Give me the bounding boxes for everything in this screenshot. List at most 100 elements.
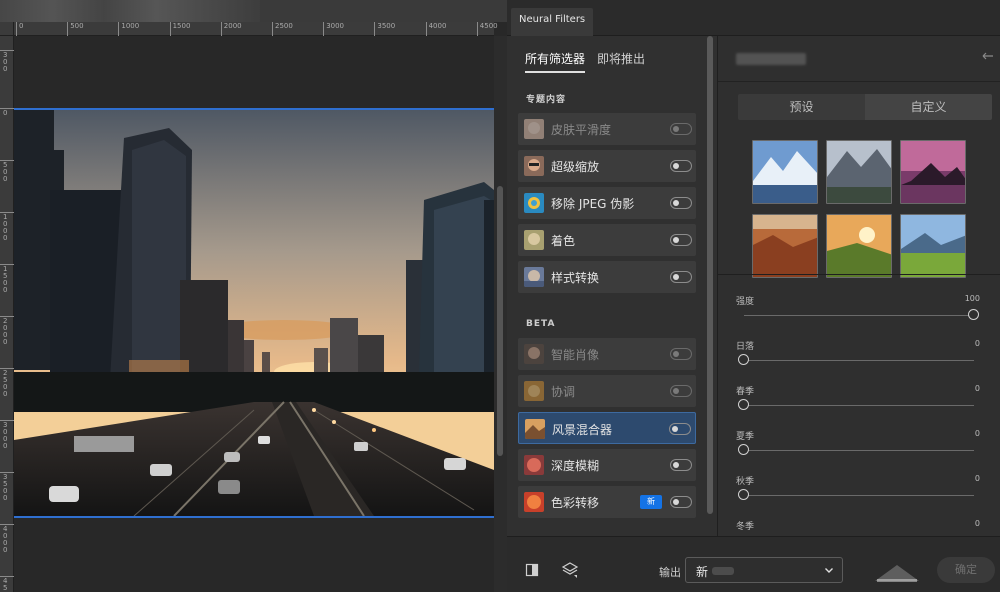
output-label: 输出 (659, 566, 681, 579)
landscape-thumb-mountain-valley[interactable] (826, 140, 892, 204)
ruler-h-tick: 2000 (220, 22, 242, 36)
ruler-v-tick: 2000 (0, 316, 14, 346)
filter-row[interactable]: 协调 (518, 375, 696, 407)
filter-toggle-switch[interactable] (670, 234, 692, 246)
document-tab-strip (0, 0, 507, 22)
slider-track[interactable] (744, 450, 974, 451)
filter-row[interactable]: 超级缩放 (518, 150, 696, 182)
section-beta-label: BETA (526, 319, 556, 329)
tab-all-filters[interactable]: 所有筛选器 (525, 50, 586, 73)
filter-toggle-switch[interactable] (670, 348, 692, 360)
filter-row[interactable]: 皮肤平滑度 (518, 113, 696, 145)
tab-upcoming-filters[interactable]: 即将推出 (597, 50, 645, 67)
filter-label: 样式转换 (551, 271, 600, 285)
panel-tab-bar: Neural Filters (507, 0, 1000, 36)
harmonize-thumb-icon (524, 381, 544, 401)
filter-toggle-switch[interactable] (670, 197, 692, 209)
vertical-ruler: 300050010001500200025003000350040004500 (0, 22, 14, 592)
smart-portrait-thumb-icon (524, 344, 544, 364)
output-dropdown[interactable]: 新 (685, 557, 843, 583)
filter-toggle-switch[interactable] (670, 459, 692, 471)
filter-label: 智能肖像 (551, 348, 600, 362)
slider-handle[interactable] (738, 444, 749, 455)
filter-toggle-switch[interactable] (670, 123, 692, 135)
section-featured-label: 专题内容 (526, 95, 567, 105)
filter-toggle-switch[interactable] (670, 496, 692, 508)
ruler-v-tick: 500 (0, 160, 14, 183)
landscape-thumb-purple-sunset[interactable] (900, 140, 966, 204)
tab-neural-filters[interactable]: Neural Filters (511, 8, 594, 36)
filter-toggle-switch[interactable] (670, 271, 692, 283)
landscape-thumb-canyon[interactable] (752, 214, 818, 278)
chevron-down-icon (825, 568, 833, 573)
slider-track[interactable] (744, 360, 974, 361)
filter-list-panel: 所有筛选器 即将推出 专题内容 皮肤平滑度超级缩放移除 JPEG 伪影着色样式转… (507, 36, 717, 592)
filter-label: 深度模糊 (551, 459, 600, 473)
slider-value: 0 (974, 519, 980, 528)
filter-row[interactable]: 着色 (518, 224, 696, 256)
layer-preview-icon[interactable] (561, 561, 579, 579)
ok-button[interactable]: 确定 (937, 557, 995, 583)
slider-value: 0 (974, 384, 980, 393)
colorize-thumb-icon (524, 230, 544, 250)
output-dropdown-value: 新 (696, 565, 709, 579)
ruler-h-tick: 1500 (169, 22, 190, 36)
landscape-thumb-green-meadow[interactable] (900, 214, 966, 278)
photo-artwork (14, 110, 494, 516)
segment-preset[interactable]: 预设 (738, 94, 865, 120)
filter-label: 超级缩放 (551, 160, 600, 174)
landscape-mixer-thumb-icon (525, 419, 545, 439)
landscape-thumb-golden-hills[interactable] (826, 214, 892, 278)
slider-label: 春季 (736, 387, 755, 397)
slider-track[interactable] (744, 495, 974, 496)
scrollbar-thumb[interactable] (497, 186, 503, 456)
new-badge: 新 (640, 495, 662, 509)
ruler-h-tick: 0 (16, 22, 23, 36)
ruler-v-tick-label: 500 (3, 161, 8, 183)
cancel-button-blurred[interactable] (867, 557, 927, 583)
filter-label: 着色 (551, 234, 576, 248)
slider-label: 秋季 (736, 477, 755, 487)
filter-row[interactable]: 移除 JPEG 伪影 (518, 187, 696, 219)
ruler-v-tick-label: 1500 (3, 265, 8, 294)
segment-custom[interactable]: 自定义 (865, 94, 992, 120)
ruler-h-tick: 2500 (272, 22, 293, 36)
ruler-v-tick: 1000 (0, 212, 14, 242)
landscape-thumb-snow-lake[interactable] (752, 140, 818, 204)
slider-track[interactable] (744, 405, 974, 406)
filter-row[interactable]: 智能肖像 (518, 338, 696, 370)
filter-toggle-switch[interactable] (670, 385, 692, 397)
slider-track[interactable] (744, 315, 974, 316)
filter-row[interactable]: 样式转换 (518, 261, 696, 293)
slider-handle[interactable] (968, 309, 979, 320)
filter-row[interactable]: 色彩转移 新 (518, 486, 696, 518)
collapse-panel-icon[interactable] (982, 52, 994, 62)
ruler-v-tick-label: 2500 (3, 369, 8, 398)
slider-handle[interactable] (738, 399, 749, 410)
slider-value: 100 (964, 294, 980, 303)
slider-handle[interactable] (738, 354, 749, 365)
jpeg-thumb-icon (524, 193, 544, 213)
filter-toggle-switch[interactable] (670, 160, 692, 172)
slider-label: 冬季 (736, 522, 755, 532)
city-sunset-photo[interactable] (14, 108, 494, 518)
filter-row[interactable]: 风景混合器 (518, 412, 696, 444)
ruler-v-tick: 4000 (0, 524, 14, 554)
filter-toggle-switch[interactable] (669, 423, 691, 435)
slider-value: 0 (974, 429, 980, 438)
slider-label: 夏季 (736, 432, 755, 442)
filter-label: 色彩转移 (551, 496, 600, 510)
ruler-v-tick-label: 2000 (3, 317, 8, 346)
neural-filters-footer: 输出 新 确定 (507, 536, 1000, 592)
ruler-corner (0, 22, 14, 36)
filter-list-scroll-thumb[interactable] (707, 36, 713, 514)
before-after-compare-icon[interactable] (525, 563, 539, 577)
filter-list-scrollbar[interactable] (704, 36, 717, 536)
canvas-vertical-scrollbar[interactable] (494, 36, 507, 592)
filter-row[interactable]: 深度模糊 (518, 449, 696, 481)
depth-blur-thumb-icon (524, 455, 544, 475)
portrait-thumb-icon (524, 156, 544, 176)
ruler-v-tick-label: 4000 (3, 525, 8, 554)
document-canvas-area: 0 500 1000 1500 2000 2500 3000 3500 4000 4500 300… (0, 0, 507, 592)
slider-handle[interactable] (738, 489, 749, 500)
